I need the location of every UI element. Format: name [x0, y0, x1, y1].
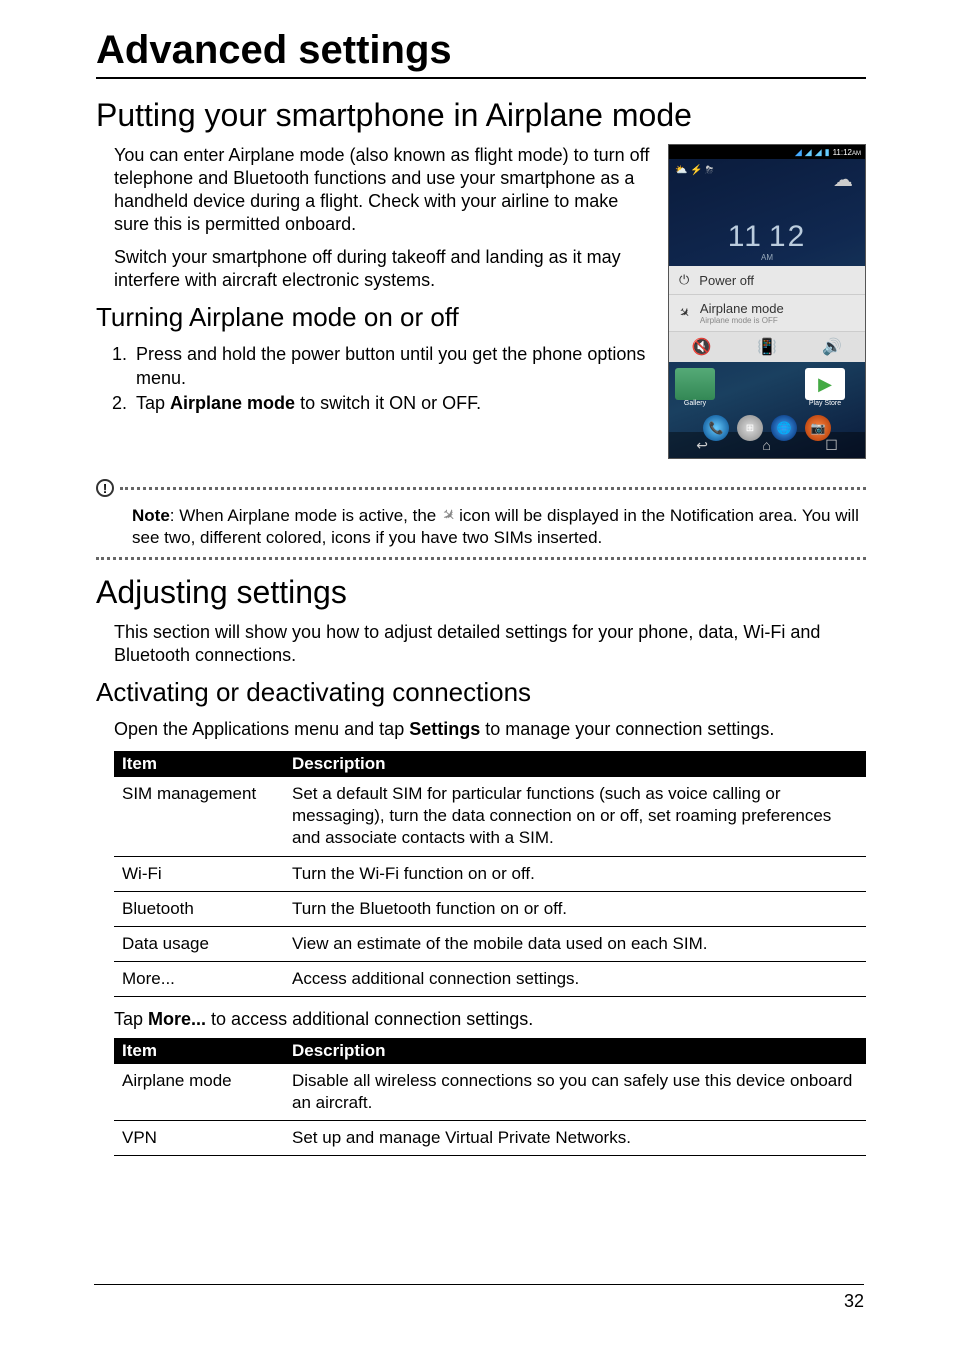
weather-icon: ☁: [833, 167, 853, 192]
cell-item: Data usage: [114, 926, 284, 961]
alert-icon: !: [96, 479, 114, 497]
airplane-icon: ✈: [675, 303, 694, 322]
phone-widget-area: ☁ ⛅ ⚡ ⛈: [669, 159, 865, 221]
home-icon[interactable]: ⌂: [762, 437, 770, 453]
menu-mode-icons: 🔇 📳 🔊: [669, 332, 865, 362]
menu-power-off[interactable]: ⏻ Power off: [669, 266, 865, 295]
cell-desc: Turn the Wi-Fi function on or off.: [284, 856, 866, 891]
step-2-post: to switch it ON or OFF.: [295, 393, 481, 413]
phone-home-apps: Gallery ▶ Play Store 📞 ⊞ 🌐 📷: [669, 362, 865, 432]
app-browser[interactable]: 🌐: [771, 415, 797, 441]
phone-status-bar: ◢ ◢ ◢ ▮ 11:12AM: [669, 145, 865, 159]
paragraph: Switch your smartphone off during takeof…: [114, 246, 656, 292]
step-1: Press and hold the power button until yo…: [132, 343, 656, 390]
table-header-item: Item: [114, 1038, 284, 1064]
table-row: Airplane modeDisable all wireless connec…: [114, 1064, 866, 1121]
cell-desc: Access additional connection settings.: [284, 961, 866, 996]
settings-table-2: Item Description Airplane modeDisable al…: [114, 1038, 866, 1156]
divider-dashed: [120, 487, 866, 490]
status-time: 11:12AM: [833, 148, 861, 157]
table-row: BluetoothTurn the Bluetooth function on …: [114, 891, 866, 926]
note-prefix: Note: [132, 506, 170, 525]
subsection-turning-airplane: Turning Airplane mode on or off: [96, 302, 656, 333]
note-text: Note: When Airplane mode is active, the …: [96, 497, 866, 557]
cell-item: VPN: [114, 1121, 284, 1156]
text-post: to manage your connection settings.: [480, 719, 774, 739]
silent-icon[interactable]: 🔇: [692, 337, 712, 357]
signal-icon: ◢: [805, 147, 812, 158]
app-label: Gallery: [675, 400, 715, 407]
cell-desc: Disable all wireless connections so you …: [284, 1064, 866, 1121]
clock-hour: 11: [728, 220, 763, 254]
signal-icon: ◢: [815, 147, 822, 158]
paragraph: This section will show you how to adjust…: [114, 621, 866, 667]
clock-am-label: AM: [669, 253, 865, 262]
text-pre: Open the Applications menu and tap: [114, 719, 409, 739]
steps-list: Press and hold the power button until yo…: [132, 343, 656, 415]
step-2: Tap Airplane mode to switch it ON or OFF…: [132, 392, 656, 415]
cell-item: Bluetooth: [114, 891, 284, 926]
cell-desc: Set a default SIM for particular functio…: [284, 777, 866, 856]
text-bold: Settings: [409, 719, 480, 739]
table-header-item: Item: [114, 751, 284, 777]
chapter-title: Advanced settings: [96, 28, 866, 79]
table-row: More...Access additional connection sett…: [114, 961, 866, 996]
app-gallery[interactable]: [675, 368, 715, 400]
menu-power-label: Power off: [699, 273, 754, 288]
cell-item: Wi-Fi: [114, 856, 284, 891]
settings-table-1: Item Description SIM managementSet a def…: [114, 751, 866, 997]
table-header-desc: Description: [284, 751, 866, 777]
wifi-icon: ◢: [795, 147, 802, 158]
note-pre: : When Airplane mode is active, the: [170, 506, 441, 525]
cell-item: Airplane mode: [114, 1064, 284, 1121]
step-2-pre: Tap: [136, 393, 170, 413]
divider-dashed: [96, 557, 866, 560]
text-post: to access additional connection settings…: [206, 1009, 533, 1029]
paragraph: Tap More... to access additional connect…: [114, 1009, 866, 1030]
vibrate-icon[interactable]: 📳: [757, 337, 777, 357]
app-label: Play Store: [805, 400, 845, 407]
table-row: Data usageView an estimate of the mobile…: [114, 926, 866, 961]
note-box: ! Note: When Airplane mode is active, th…: [96, 479, 866, 560]
menu-airplane-label: Airplane mode: [700, 301, 784, 316]
cell-item: More...: [114, 961, 284, 996]
section-airplane-title: Putting your smartphone in Airplane mode: [96, 97, 866, 134]
sound-icon[interactable]: 🔊: [822, 337, 842, 357]
cell-item: SIM management: [114, 777, 284, 856]
power-menu: ⏻ Power off ✈ Airplane mode Airplane mod…: [669, 266, 865, 362]
recent-icon[interactable]: ☐: [825, 437, 838, 454]
app-drawer[interactable]: ⊞: [737, 415, 763, 441]
menu-airplane-mode[interactable]: ✈ Airplane mode Airplane mode is OFF: [669, 295, 865, 332]
cell-desc: Set up and manage Virtual Private Networ…: [284, 1121, 866, 1156]
section-adjusting-title: Adjusting settings: [96, 574, 866, 611]
page-number: 32: [94, 1284, 864, 1312]
phone-screenshot: ◢ ◢ ◢ ▮ 11:12AM ☁ ⛅ ⚡ ⛈ 11 12 AM ⏻ Power…: [668, 144, 866, 459]
battery-icon: ▮: [825, 147, 830, 158]
power-icon: ⏻: [679, 272, 689, 288]
text-pre: Tap: [114, 1009, 148, 1029]
menu-airplane-sub: Airplane mode is OFF: [700, 316, 784, 325]
app-play-store[interactable]: ▶: [805, 368, 845, 400]
clock-minute: 12: [769, 220, 806, 254]
text-bold: More...: [148, 1009, 206, 1029]
cell-desc: Turn the Bluetooth function on or off.: [284, 891, 866, 926]
table-row: Wi-FiTurn the Wi-Fi function on or off.: [114, 856, 866, 891]
subsection-activating: Activating or deactivating connections: [96, 677, 866, 708]
paragraph: You can enter Airplane mode (also known …: [114, 144, 656, 236]
table-header-desc: Description: [284, 1038, 866, 1064]
step-2-bold: Airplane mode: [170, 393, 295, 413]
back-icon[interactable]: ↩: [696, 437, 708, 454]
table-row: VPNSet up and manage Virtual Private Net…: [114, 1121, 866, 1156]
cell-desc: View an estimate of the mobile data used…: [284, 926, 866, 961]
paragraph: Open the Applications menu and tap Setti…: [114, 718, 866, 741]
table-row: SIM managementSet a default SIM for part…: [114, 777, 866, 856]
